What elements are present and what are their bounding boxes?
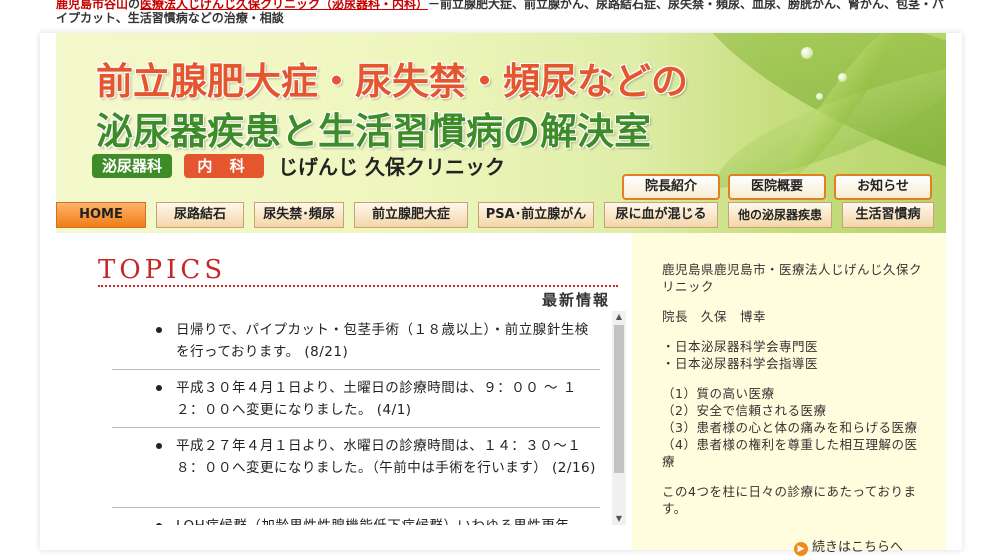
nav-lifestyle-disease[interactable]: 生活習慣病 — [842, 202, 934, 228]
news-item: 日帰りで、パイプカット・包茎手術（１８歳以上）・前立腺針生検を行っております。 … — [112, 319, 600, 365]
news-separator — [112, 427, 600, 428]
intro-clinic: 鹿児島県鹿児島市・医療法人じげんじ久保クリニック — [662, 262, 923, 294]
tagline-particle: の — [128, 0, 141, 11]
principle-item: （3）患者様の心と体の痛みを和らげる医療 — [662, 420, 918, 435]
headline-line-1: 前立腺肥大症・尿失禁・頻尿などの — [96, 60, 688, 103]
qualifications: ・日本泌尿器科学会専門医 ・日本泌尿器科学会指導医 — [662, 338, 924, 372]
news-list[interactable]: 日帰りで、パイプカット・包茎手術（１８歳以上）・前立腺針生検を行っております。 … — [112, 313, 626, 525]
nav-urinary-stones[interactable]: 尿路結石 — [156, 202, 244, 228]
headline-line-2: 泌尿器疾患と生活習慣病の解決室 — [96, 110, 651, 153]
news-text: 平成３０年４月１日より、土曜日の診療時間は、９：００ ～ １２：００へ変更になり… — [176, 380, 577, 418]
bullet-icon — [156, 523, 162, 525]
scroll-thumb[interactable] — [614, 325, 624, 473]
scroll-up-icon[interactable]: ▲ — [612, 311, 626, 323]
principle-item: （1）質の高い医療 — [662, 386, 775, 401]
principles: （1）質の高い医療 （2）安全で信頼される医療 （3）患者様の心と体の痛みを和ら… — [662, 385, 924, 470]
news-scrollbar[interactable]: ▲ ▼ — [612, 311, 626, 525]
nav-psa-prostate-cancer[interactable]: PSA･前立腺がん — [478, 202, 594, 228]
principle-item: （2）安全で信頼される医療 — [662, 403, 827, 418]
director-name: 院長 久保 博幸 — [662, 309, 767, 324]
intro-closing: この4つを柱に日々の診療にあたっております。 — [662, 484, 917, 516]
nav-hematuria[interactable]: 尿に血が混じる — [604, 202, 718, 228]
bullet-icon — [156, 327, 162, 333]
clinic-name: じげんじ 久保クリニック — [278, 155, 505, 179]
main-content: TOPICS 最新情報 日帰りで、パイプカット・包茎手術（１８歳以上）・前立腺針… — [56, 233, 632, 550]
nav-bph[interactable]: 前立腺肥大症 — [354, 202, 468, 228]
bullet-icon — [156, 443, 162, 449]
site-tagline: 鹿児島市谷山の医療法人じげんじ久保クリニック（泌尿器科・内科）－前立腺肥大症、前… — [56, 0, 956, 25]
read-more-label: 続きはこちらへ — [812, 540, 904, 555]
nav-other-urology[interactable]: 他の泌尿器疾患 — [728, 202, 832, 228]
qualification-item: ・日本泌尿器科学会指導医 — [662, 356, 819, 371]
nav-home[interactable]: HOME — [56, 202, 146, 228]
water-drop — [838, 73, 847, 82]
urology-badge: 泌尿器科 — [92, 154, 172, 178]
bullet-icon — [156, 385, 162, 391]
clinic-link[interactable]: 医療法人じげんじ久保クリニック（泌尿器科・内科） — [140, 0, 428, 11]
news-text: LOH症候群（加齢男性性腺機能低下症候群）いわゆる男性更年 — [176, 515, 596, 525]
news-text: 日帰りで、パイプカット・包茎手術（１８歳以上）・前立腺針生検を行っております。 … — [176, 322, 589, 360]
news-separator — [112, 507, 600, 508]
arrow-right-icon: ▶ — [794, 542, 808, 556]
read-more-link[interactable]: ▶ 続きはこちらへ — [794, 536, 903, 556]
director-profile-button[interactable]: 院長紹介 — [622, 174, 720, 200]
qualification-item: ・日本泌尿器科学会専門医 — [662, 339, 819, 354]
topics-subtitle: 最新情報 — [542, 291, 611, 309]
tagline-location: 鹿児島市谷山 — [56, 0, 129, 11]
nav-incontinence[interactable]: 尿失禁･頻尿 — [254, 202, 344, 228]
news-button[interactable]: お知らせ — [834, 174, 932, 200]
topics-title: TOPICS — [98, 255, 227, 285]
water-drop — [816, 93, 823, 100]
clinic-intro-sidebar: 鹿児島県鹿児島市・医療法人じげんじ久保クリニック 院長 久保 博幸 ・日本泌尿器… — [632, 233, 946, 556]
news-item: 平成３０年４月１日より、土曜日の診療時間は、９：００ ～ １２：００へ変更になり… — [112, 377, 600, 423]
intro-text: 鹿児島県鹿児島市・医療法人じげんじ久保クリニック 院長 久保 博幸 ・日本泌尿器… — [662, 261, 924, 530]
main-nav: HOME 尿路結石 尿失禁･頻尿 前立腺肥大症 PSA･前立腺がん 尿に血が混じ… — [56, 202, 946, 228]
topics-divider — [98, 285, 618, 287]
news-separator — [112, 369, 600, 370]
news-item: LOH症候群（加齢男性性腺機能低下症候群）いわゆる男性更年 — [112, 515, 600, 525]
clinic-overview-button[interactable]: 医院概要 — [728, 174, 826, 200]
internal-medicine-badge: 内 科 — [184, 154, 264, 178]
news-item: 平成２７年４月１日より、水曜日の診療時間は、１４：３０～１８：００へ変更になりま… — [112, 435, 600, 503]
water-drop — [801, 47, 813, 59]
news-text: 平成２７年４月１日より、水曜日の診療時間は、１４：３０～１８：００へ変更になりま… — [176, 438, 596, 476]
scroll-down-icon[interactable]: ▼ — [612, 513, 626, 525]
principle-item: （4）患者様の権利を尊重した相互理解の医療 — [662, 437, 918, 469]
